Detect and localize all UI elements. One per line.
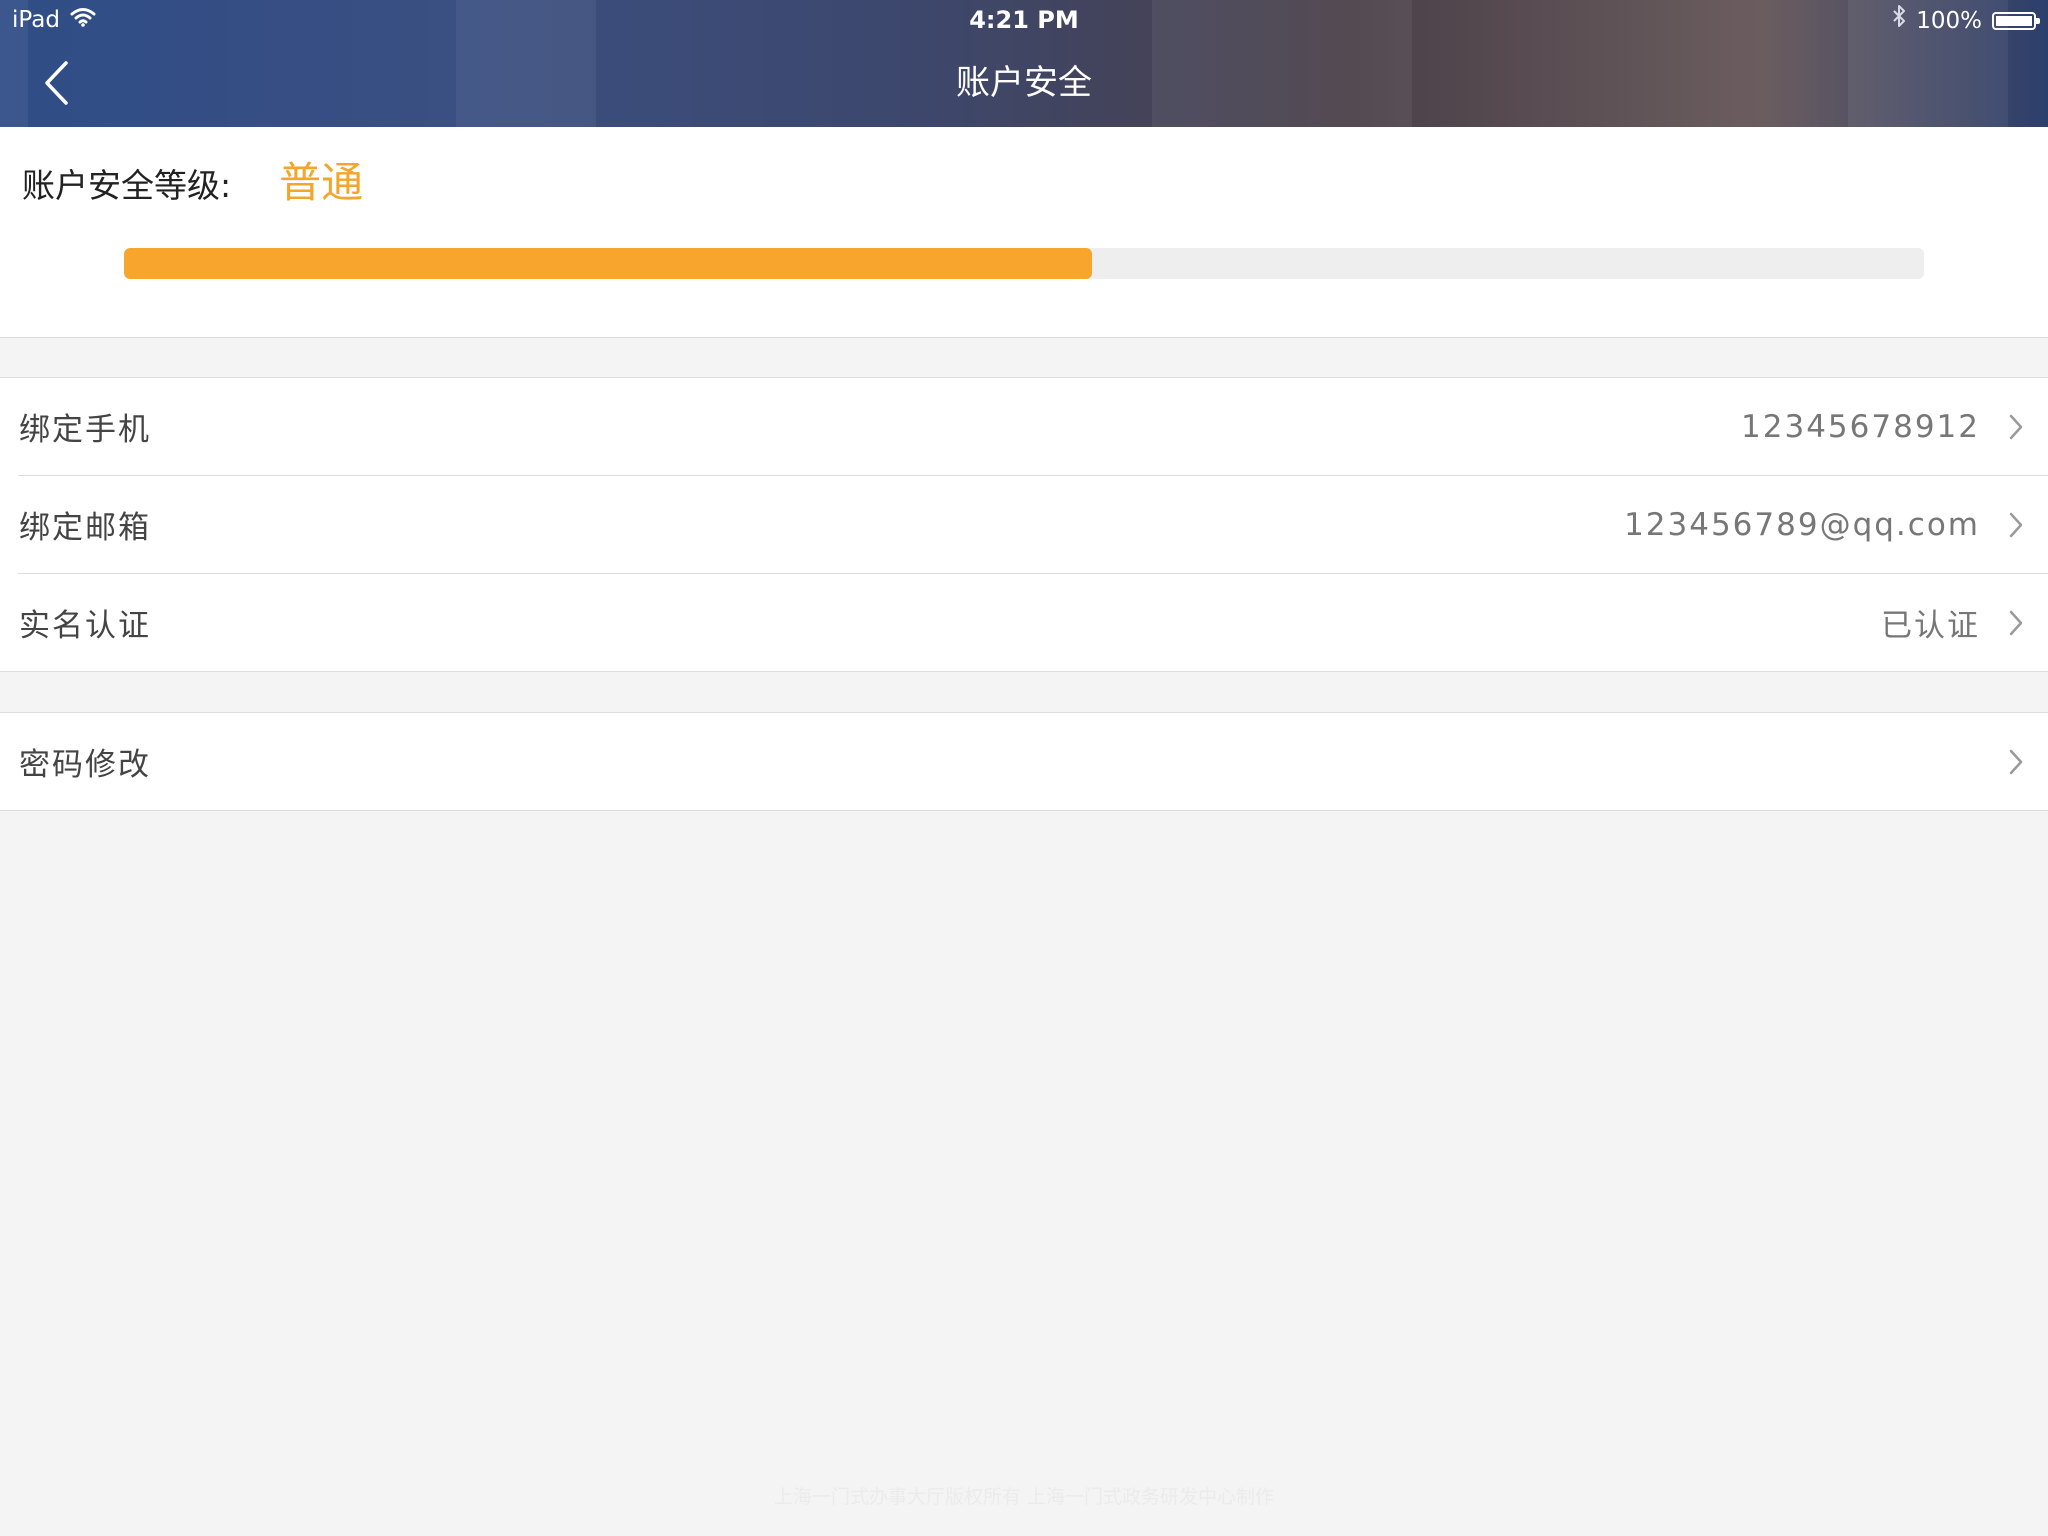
battery-percentage: 100% xyxy=(1916,7,1982,34)
bind-phone-label: 绑定手机 xyxy=(19,412,151,448)
bind-phone-row[interactable]: 绑定手机 12345678912 xyxy=(0,378,2048,475)
security-progress-bar xyxy=(124,248,1924,279)
security-level-row: 账户安全等级: 普通 xyxy=(22,149,363,210)
security-level-label: 账户安全等级: xyxy=(22,166,232,205)
bind-email-value: 123456789@qq.com xyxy=(1624,506,1980,543)
security-progress-fill xyxy=(124,248,1093,279)
chevron-right-icon xyxy=(2009,749,2023,774)
real-name-verification-row[interactable]: 实名认证 已认证 xyxy=(0,573,2048,671)
real-name-verification-label: 实名认证 xyxy=(19,608,151,644)
security-level-value: 普通 xyxy=(279,158,364,207)
battery-icon xyxy=(1992,11,2040,30)
status-bar-right: 100% xyxy=(1892,4,2040,37)
bind-email-label: 绑定邮箱 xyxy=(19,510,151,546)
bind-phone-value: 12345678912 xyxy=(1741,408,1980,445)
account-binding-group: 绑定手机 12345678912 绑定邮箱 123456789@qq.com 实… xyxy=(0,377,2048,672)
bind-email-row[interactable]: 绑定邮箱 123456789@qq.com xyxy=(0,475,2048,573)
real-name-verification-value: 已认证 xyxy=(1881,608,1980,644)
navigation-bar: iPad 4:21 PM 100% 账户安全 xyxy=(0,0,2048,127)
chevron-right-icon xyxy=(2009,512,2023,537)
page-title: 账户安全 xyxy=(956,63,1092,103)
status-bar-time: 4:21 PM xyxy=(969,6,1079,34)
chevron-right-icon xyxy=(2009,414,2023,439)
footer-copyright: 上海一门式办事大厅版权所有 上海一门式政务研发中心制作 xyxy=(773,1486,1275,1508)
security-level-panel: 账户安全等级: 普通 xyxy=(0,127,2048,338)
change-password-label: 密码修改 xyxy=(19,747,151,783)
chevron-right-icon xyxy=(2009,610,2023,635)
change-password-row[interactable]: 密码修改 xyxy=(0,713,2048,810)
bluetooth-icon xyxy=(1892,4,1906,37)
password-group: 密码修改 xyxy=(0,712,2048,811)
